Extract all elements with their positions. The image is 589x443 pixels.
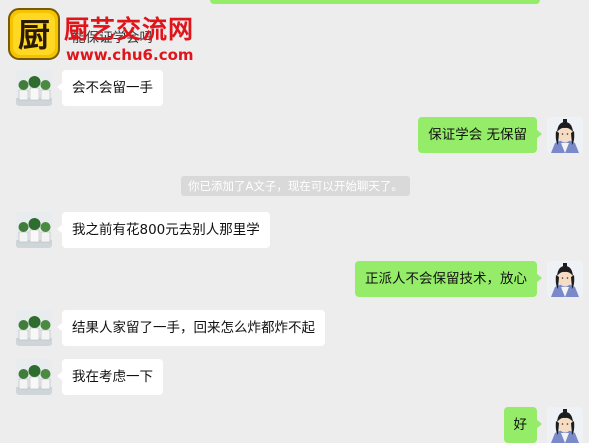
- message-bubble[interactable]: 会不会留一手: [57, 70, 163, 106]
- message-row: 正派人不会保留技术，放心: [355, 261, 583, 297]
- message-row: 保证学会 无保留: [418, 117, 583, 153]
- message-bubble[interactable]: 我之前有花800元去别人那里学: [57, 212, 270, 248]
- self-avatar[interactable]: [547, 261, 583, 297]
- potted-plants-icon: [16, 212, 52, 248]
- message-bubble[interactable]: 结果人家留了一手，回来怎么炸都炸不起: [57, 310, 325, 346]
- partial-top-bubble: [210, 0, 540, 4]
- message-row: 我之前有花800元去别人那里学: [16, 212, 270, 248]
- message-row: 结果人家留了一手，回来怎么炸都炸不起: [16, 310, 325, 346]
- message-bubble[interactable]: 正派人不会保留技术，放心: [355, 261, 542, 297]
- swordsman-icon: [547, 261, 583, 297]
- site-watermark: 厨 厨艺交流网 www.chu6.com: [8, 8, 203, 68]
- message-row: 会不会留一手: [16, 70, 163, 106]
- contact-avatar[interactable]: [16, 212, 52, 248]
- self-avatar[interactable]: [547, 407, 583, 443]
- message-bubble[interactable]: 我在考虑一下: [57, 359, 163, 395]
- swordsman-icon: [547, 117, 583, 153]
- message-bubble[interactable]: 保证学会 无保留: [418, 117, 542, 153]
- logo-character: 厨: [18, 16, 50, 54]
- system-notice: 你已添加了A文子，现在可以开始聊天了。: [181, 176, 410, 196]
- site-logo: 厨: [8, 8, 60, 60]
- site-title: 厨艺交流网: [64, 15, 195, 44]
- swordsman-icon: [547, 407, 583, 443]
- contact-avatar[interactable]: [16, 359, 52, 395]
- contact-avatar[interactable]: [16, 70, 52, 106]
- message-row: 好: [503, 407, 583, 443]
- message-bubble[interactable]: 好: [503, 407, 542, 443]
- message-row: 我在考虑一下: [16, 359, 163, 395]
- self-avatar[interactable]: [547, 117, 583, 153]
- potted-plants-icon: [16, 359, 52, 395]
- contact-avatar[interactable]: [16, 310, 52, 346]
- potted-plants-icon: [16, 70, 52, 106]
- potted-plants-icon: [16, 310, 52, 346]
- site-url: www.chu6.com: [66, 46, 194, 64]
